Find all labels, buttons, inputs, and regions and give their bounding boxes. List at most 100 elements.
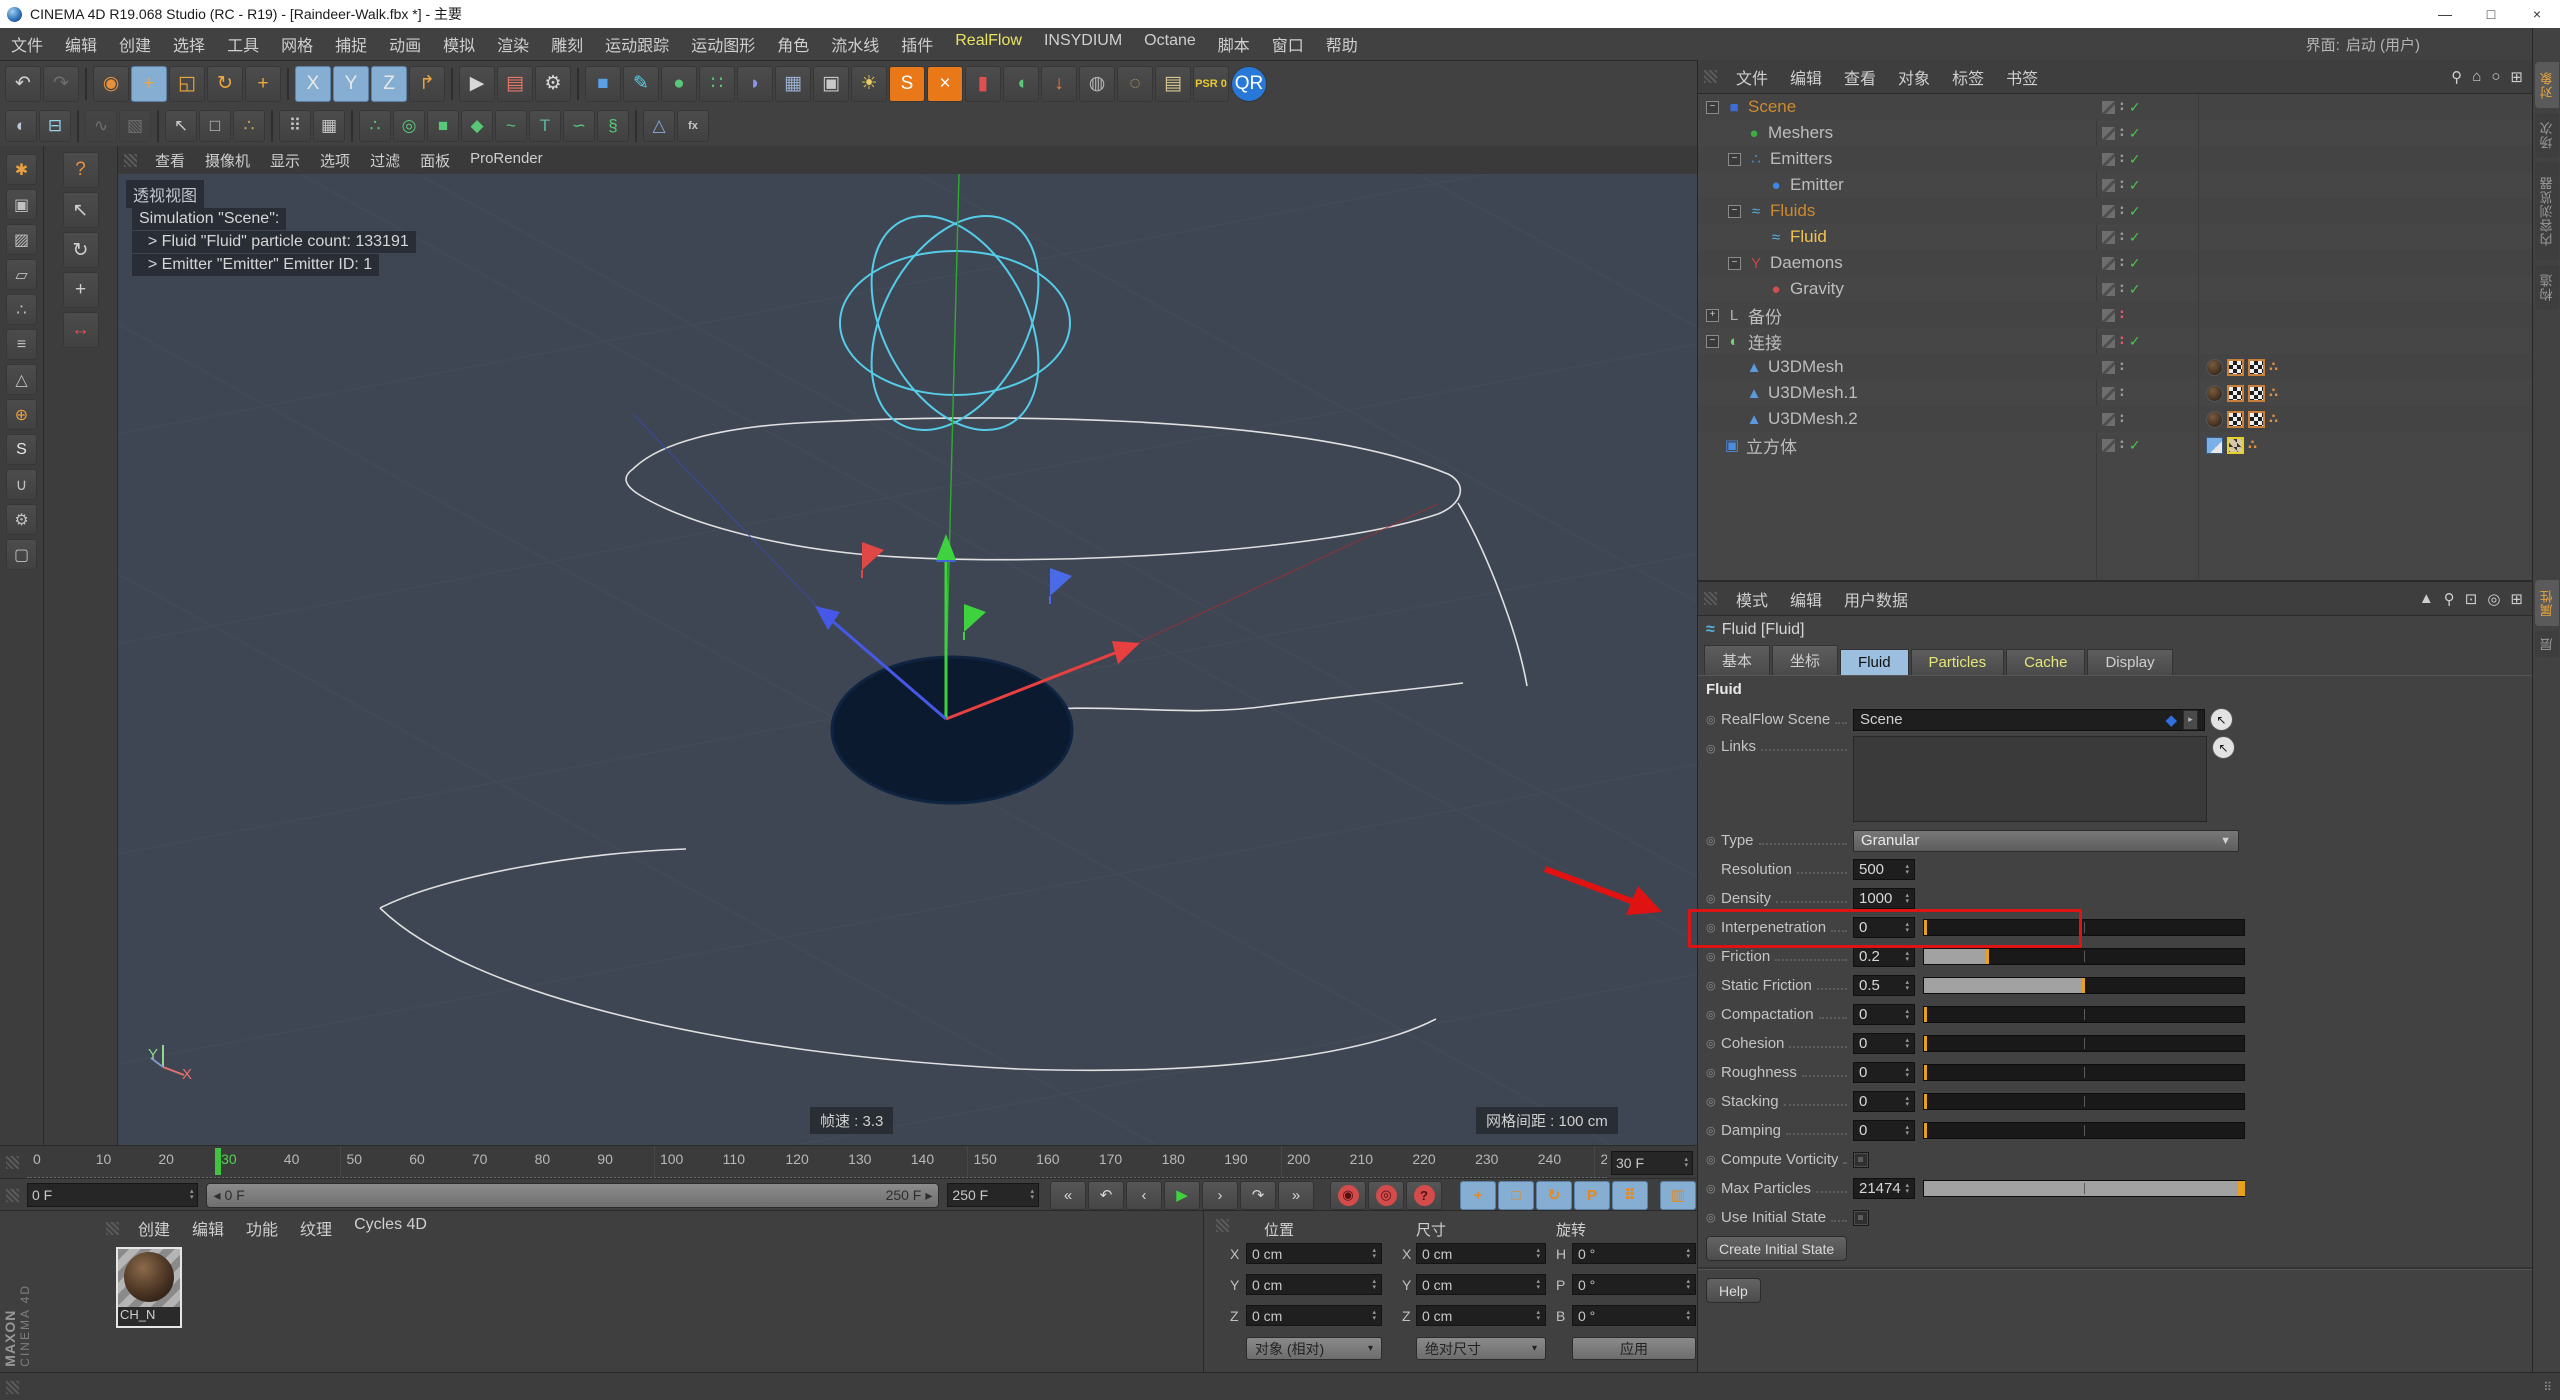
- menu-插件[interactable]: 插件: [890, 32, 944, 56]
- key-position-button[interactable]: +: [1460, 1181, 1496, 1210]
- layer-toggle-icon[interactable]: [2102, 179, 2115, 192]
- maximize-button[interactable]: □: [2468, 0, 2514, 28]
- spinner-icon[interactable]: ▴▾: [1680, 1157, 1688, 1169]
- slider-handle[interactable]: [1924, 920, 1927, 935]
- layer-toggle-icon[interactable]: [2102, 153, 2115, 166]
- slider-handle[interactable]: [1924, 1065, 1927, 1080]
- sculpt-brush-icon[interactable]: ∿: [85, 110, 117, 142]
- timeline-playhead[interactable]: [215, 1148, 221, 1175]
- object-menu-书签[interactable]: 书签: [1995, 65, 2049, 89]
- timeline-ruler[interactable]: 0102030405060708090100110120130140150160…: [27, 1146, 1607, 1179]
- spinner-icon[interactable]: ▴▾: [1368, 1279, 1376, 1291]
- panel-grip-icon[interactable]: [6, 1381, 19, 1394]
- menu-运动图形[interactable]: 运动图形: [680, 32, 766, 56]
- texture-mode-icon[interactable]: ▨: [6, 224, 37, 255]
- object-menu-编辑[interactable]: 编辑: [1779, 65, 1833, 89]
- stacking-field[interactable]: 0▴▾: [1853, 1091, 1915, 1112]
- pan-view-tool-icon[interactable]: +: [63, 272, 99, 308]
- snap-settings-icon[interactable]: ⚙: [6, 504, 37, 535]
- tab-fluid[interactable]: Fluid: [1840, 649, 1909, 675]
- friction-field[interactable]: 0.2▴▾: [1853, 946, 1915, 967]
- coord-field-尺寸-Y[interactable]: 0 cm▴▾: [1416, 1274, 1546, 1295]
- checker-tag-icon[interactable]: [2227, 411, 2244, 428]
- viewport-canvas[interactable]: 透视视图 Simulation "Scene": > Fluid "Fluid"…: [118, 174, 1697, 1145]
- sky-object-icon[interactable]: ◍: [1079, 66, 1115, 102]
- panel-grip-icon[interactable]: [106, 1222, 119, 1235]
- menu-文件[interactable]: 文件: [0, 32, 54, 56]
- edge-tool-icon[interactable]: ■: [427, 110, 459, 142]
- visibility-toggles[interactable]: ∶✓: [2102, 281, 2141, 298]
- use-initial-state-checkbox[interactable]: [1853, 1210, 1869, 1226]
- visibility-toggles[interactable]: ∶✓: [2102, 333, 2141, 350]
- tree-row-gravity[interactable]: ●Gravity∶✓: [1698, 276, 2533, 302]
- tab-display[interactable]: Display: [2087, 649, 2172, 675]
- scene-hierarchy-icon[interactable]: ⊟: [39, 110, 71, 142]
- key-scale-button[interactable]: □: [1498, 1181, 1534, 1210]
- side-tab-对象[interactable]: 对象: [2535, 62, 2559, 108]
- slider-handle[interactable]: [1924, 1094, 1927, 1109]
- enabled-check-icon[interactable]: ✓: [2129, 151, 2141, 168]
- current-frame-field[interactable]: 30 F ▴▾: [1611, 1151, 1693, 1175]
- key-pla-button[interactable]: ⠿: [1612, 1181, 1648, 1210]
- x-particles-icon[interactable]: ×: [927, 66, 963, 102]
- spinner-icon[interactable]: ▴▾: [1368, 1310, 1376, 1322]
- close-button[interactable]: ×: [2514, 0, 2560, 28]
- panel-grip-icon[interactable]: [6, 1189, 19, 1202]
- attribute-menu-模式[interactable]: 模式: [1725, 587, 1779, 611]
- menu-捕捉[interactable]: 捕捉: [324, 32, 378, 56]
- object-menu-文件[interactable]: 文件: [1725, 65, 1779, 89]
- start-frame-field[interactable]: 0 F ▴▾: [27, 1183, 198, 1207]
- pick-object-icon[interactable]: ↖: [2210, 708, 2233, 731]
- visibility-toggles[interactable]: ∶✓: [2102, 229, 2141, 246]
- visibility-toggles[interactable]: ∶✓: [2102, 99, 2141, 116]
- spinner-icon[interactable]: ▴▾: [1901, 922, 1909, 934]
- path-selection-icon[interactable]: ↖: [165, 110, 197, 142]
- help-button[interactable]: Help: [1706, 1278, 1761, 1303]
- target-icon[interactable]: ◎: [2487, 590, 2500, 608]
- slider-handle[interactable]: [1924, 1036, 1927, 1051]
- spinner-icon[interactable]: ▴▾: [1901, 1038, 1909, 1050]
- edges-mode-icon[interactable]: ≡: [6, 329, 37, 360]
- apply-button[interactable]: 应用: [1572, 1337, 1696, 1360]
- material-menu-编辑[interactable]: 编辑: [181, 1216, 235, 1240]
- next-key-button[interactable]: ↷: [1240, 1181, 1276, 1210]
- side-tab-属性[interactable]: 属性: [2535, 580, 2559, 626]
- spline-smooth-icon[interactable]: ~: [495, 110, 527, 142]
- viewport-menu-查看[interactable]: 查看: [145, 150, 195, 171]
- tree-row-fluids[interactable]: −≈Fluids∶✓: [1698, 198, 2533, 224]
- tree-row-daemons[interactable]: −YDaemons∶✓: [1698, 250, 2533, 276]
- model-mode-icon[interactable]: ▣: [6, 189, 37, 220]
- side-tab-构造[interactable]: 构造: [2535, 265, 2559, 309]
- visibility-dots-icon[interactable]: ∶: [2120, 359, 2124, 375]
- goto-start-button[interactable]: «: [1050, 1181, 1086, 1210]
- visibility-dots-icon[interactable]: ∶: [2120, 411, 2124, 427]
- enabled-check-icon[interactable]: ✓: [2129, 99, 2141, 116]
- tree-row-backup[interactable]: +L备份∶: [1698, 302, 2533, 328]
- home-icon[interactable]: ⌂: [2472, 68, 2481, 86]
- expand-icon[interactable]: +: [1706, 309, 1719, 322]
- filter-icon[interactable]: ○: [2491, 68, 2500, 86]
- layer-toggle-icon[interactable]: [2102, 309, 2115, 322]
- spinner-icon[interactable]: ▴▾: [1901, 1096, 1909, 1108]
- lock-workplane-icon[interactable]: ▢: [6, 539, 37, 570]
- pick-object-icon[interactable]: ↖: [2212, 736, 2235, 759]
- menu-运动跟踪[interactable]: 运动跟踪: [594, 32, 680, 56]
- redo-icon[interactable]: ↷: [43, 66, 79, 102]
- cohesion-slider[interactable]: [1923, 1035, 2245, 1052]
- menu-模拟[interactable]: 模拟: [432, 32, 486, 56]
- visibility-toggles[interactable]: ∶✓: [2102, 437, 2141, 454]
- coord-size-dropdown[interactable]: 绝对尺寸▾: [1416, 1337, 1546, 1360]
- spinner-icon[interactable]: ▴▾: [1901, 951, 1909, 963]
- tab-基本[interactable]: 基本: [1704, 645, 1770, 675]
- collapse-icon[interactable]: −: [1706, 335, 1719, 348]
- clone-object-icon[interactable]: ∷: [699, 66, 735, 102]
- swirl-tool-icon[interactable]: §: [597, 110, 629, 142]
- max-particles-slider[interactable]: [1923, 1180, 2245, 1197]
- visibility-dots-icon[interactable]: ∶: [2120, 385, 2124, 401]
- tab-cache[interactable]: Cache: [2006, 649, 2085, 675]
- layer-toggle-icon[interactable]: [2102, 101, 2115, 114]
- attribute-menu-编辑[interactable]: 编辑: [1779, 587, 1833, 611]
- visibility-toggles[interactable]: ∶✓: [2102, 125, 2141, 142]
- checker-tag-icon[interactable]: [2248, 359, 2265, 376]
- spinner-icon[interactable]: ▴▾: [1682, 1279, 1690, 1291]
